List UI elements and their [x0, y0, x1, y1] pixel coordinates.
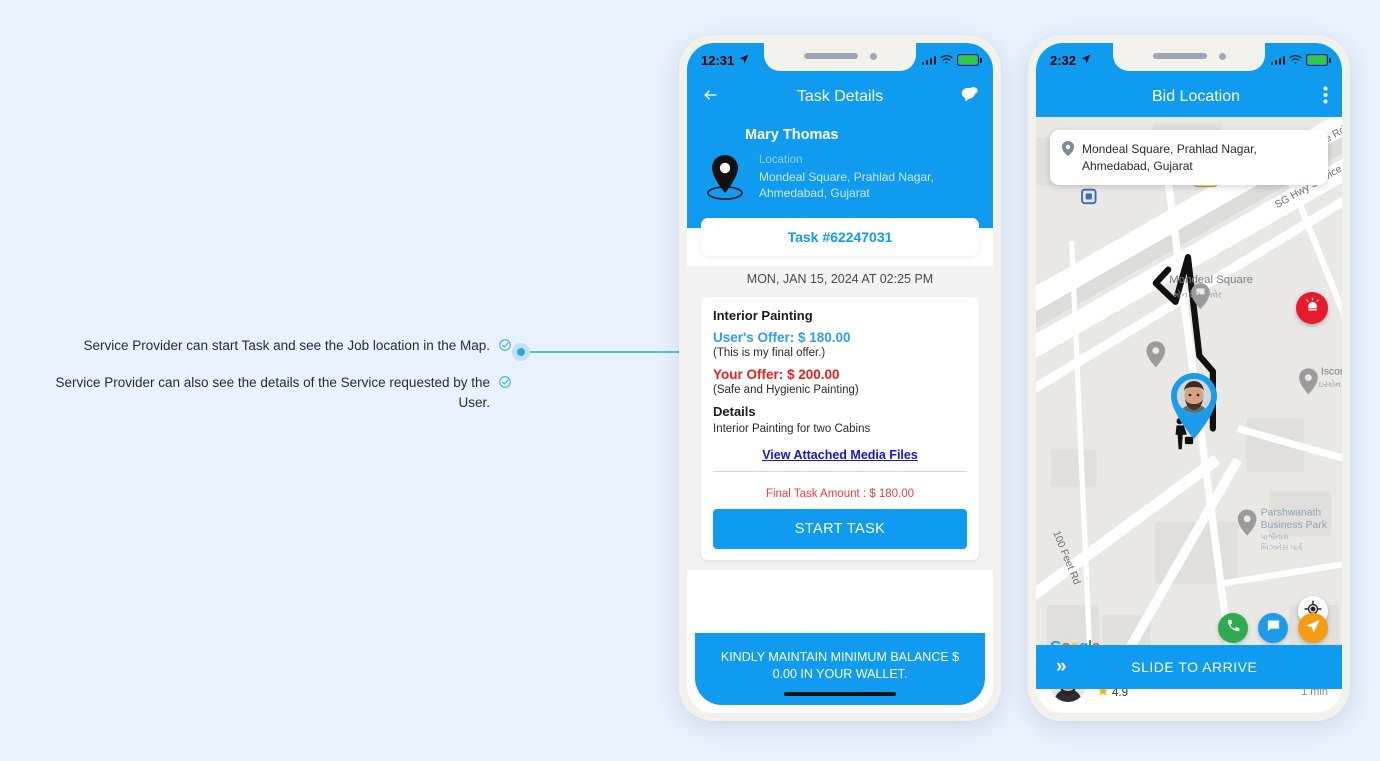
status-bar: 2:32: [1036, 43, 1342, 77]
navigation-arrow-icon: [1305, 618, 1321, 639]
wifi-icon: [1289, 53, 1302, 68]
svg-text:Business Park: Business Park: [1261, 520, 1328, 531]
double-chevron-right-icon: »: [1056, 656, 1067, 677]
connector-line: [530, 351, 685, 353]
connector-dot: [512, 343, 530, 361]
location-arrow-icon: [738, 53, 750, 68]
status-bar-left: 12:31: [701, 53, 750, 68]
your-offer-note: (Safe and Hygienic Painting): [713, 384, 859, 396]
your-offer: Your Offer: $ 200.00: [713, 367, 840, 382]
chat-icon: [1266, 618, 1281, 638]
slide-button-label: SLIDE TO ARRIVE: [1131, 659, 1258, 675]
final-task-amount: Final Task Amount : $ 180.00: [765, 488, 915, 500]
notch: [764, 43, 916, 71]
map-pin-icon: [701, 149, 749, 206]
user-offer-note: (This is my final offer.): [713, 347, 826, 359]
kebab-menu-icon[interactable]: [1323, 86, 1328, 109]
details-text: Interior Painting for two Cabins: [713, 423, 871, 435]
wallet-banner-text: KINDLY MAINTAIN MINIMUM BALANCE $ 0.00 I…: [720, 650, 960, 682]
annotation-connector: [512, 343, 685, 361]
chat-bubble-icon[interactable]: [960, 86, 979, 108]
location-address: Mondeal Square, Prahlad Nagar, Ahmedabad…: [759, 169, 934, 200]
address-text: Mondeal Square, Prahlad Nagar, Ahmedabad…: [1082, 142, 1257, 173]
speaker-grill: [803, 53, 858, 59]
svg-text:Iscon: Iscon: [1321, 367, 1342, 378]
svg-text:Mondeal Square: Mondeal Square: [1169, 274, 1253, 286]
address-card[interactable]: Mondeal Square, Prahlad Nagar, Ahmedabad…: [1050, 130, 1328, 186]
screen-bid-location: 2:32 Bid Location Rd SG Hwy 100 Feet Rd …: [1036, 43, 1342, 713]
chat-button[interactable]: [1258, 613, 1288, 643]
wifi-icon: [940, 53, 953, 68]
app-header: Bid Location: [1036, 77, 1342, 117]
status-time: 12:31: [701, 52, 735, 68]
speaker-grill: [1152, 53, 1207, 59]
annotation-text: Service Provider can also see the detail…: [55, 375, 491, 410]
phone-bid-location: 2:32 Bid Location Rd SG Hwy 100 Feet Rd …: [1028, 35, 1350, 721]
wallet-balance-banner: KINDLY MAINTAIN MINIMUM BALANCE $ 0.00 I…: [695, 633, 985, 705]
service-title: Interior Painting: [713, 308, 813, 323]
app-header: Task Details: [687, 77, 993, 117]
task-datetime: MON, JAN 15, 2024 AT 02:25 PM: [746, 272, 934, 286]
map-action-buttons: [1218, 613, 1328, 643]
svg-text:ઇસ્કોન: ઇસ્કોન: [1319, 379, 1341, 389]
phone-task-details: 12:31 Task Details Mary Thomas Location …: [679, 35, 1001, 721]
customer-name: Mary Thomas: [745, 127, 839, 143]
navigate-button[interactable]: [1298, 613, 1328, 643]
slide-to-arrive-button[interactable]: » SLIDE TO ARRIVE: [1036, 645, 1342, 689]
task-detail-card: Interior Painting User's Offer: $ 180.00…: [701, 297, 979, 560]
annotation-text: Service Provider can start Task and see …: [83, 338, 490, 353]
call-button[interactable]: [1218, 613, 1248, 643]
battery-charging-icon: [957, 54, 982, 66]
svg-text:Parshwanath: Parshwanath: [1261, 508, 1322, 519]
hero-section: Mary Thomas Location Mondeal Square, Pra…: [687, 117, 993, 228]
battery-charging-icon: [1306, 54, 1331, 66]
status-time: 2:32: [1050, 52, 1077, 68]
notch: [1113, 43, 1265, 71]
user-offer: User's Offer: $ 180.00: [713, 330, 851, 345]
signal-bars-icon: [921, 55, 936, 65]
annotation-list: Service Provider can start Task and see …: [0, 336, 512, 428]
map-pin-small-icon: [1062, 141, 1074, 161]
phone-icon: [1226, 618, 1241, 638]
annotation-item: Service Provider can start Task and see …: [0, 336, 512, 357]
user-photo-marker-icon[interactable]: [1167, 371, 1221, 446]
screen-task-details: 12:31 Task Details Mary Thomas Location …: [687, 43, 993, 713]
svg-text:બિઝનેસ પાર્ક: બિઝનેસ પાર્ક: [1261, 542, 1304, 552]
details-label: Details: [713, 404, 756, 419]
start-task-button[interactable]: START TASK: [713, 509, 967, 549]
front-camera: [869, 52, 877, 60]
svg-text:મોનડીલ સ્ક્વેર: મોનડીલ સ્ક્વેર: [1173, 290, 1221, 300]
front-camera: [1218, 52, 1226, 60]
check-circle-icon: [498, 338, 512, 357]
task-id-chip[interactable]: Task #62247031: [701, 218, 979, 256]
status-bar-left: 2:32: [1050, 53, 1092, 68]
task-body: MON, JAN 15, 2024 AT 02:25 PM Interior P…: [687, 266, 993, 570]
signal-bars-icon: [1270, 55, 1285, 65]
siren-alarm-icon: [1304, 297, 1321, 319]
hero-location-text: Location Mondeal Square, Prahlad Nagar, …: [759, 154, 979, 201]
sos-alarm-button[interactable]: [1296, 292, 1328, 324]
view-media-link[interactable]: View Attached Media Files: [713, 448, 967, 462]
home-indicator: [784, 692, 896, 696]
svg-text:પાર્શ્વનાથ: પાર્શ્વનાથ: [1261, 532, 1289, 542]
annotation-item: Service Provider can also see the detail…: [0, 373, 512, 412]
status-bar-right: [1270, 53, 1331, 68]
location-label: Location: [759, 153, 803, 166]
page-title: Task Details: [796, 88, 884, 105]
location-arrow-icon: [1080, 53, 1092, 68]
hero-location-block: Location Mondeal Square, Prahlad Nagar, …: [701, 149, 979, 206]
status-bar-right: [921, 53, 982, 68]
back-arrow-icon[interactable]: [701, 87, 720, 108]
status-bar: 12:31: [687, 43, 993, 77]
map-view[interactable]: 147: [1036, 117, 1342, 713]
page-title: Bid Location: [1151, 88, 1241, 105]
check-circle-icon: [498, 375, 512, 394]
